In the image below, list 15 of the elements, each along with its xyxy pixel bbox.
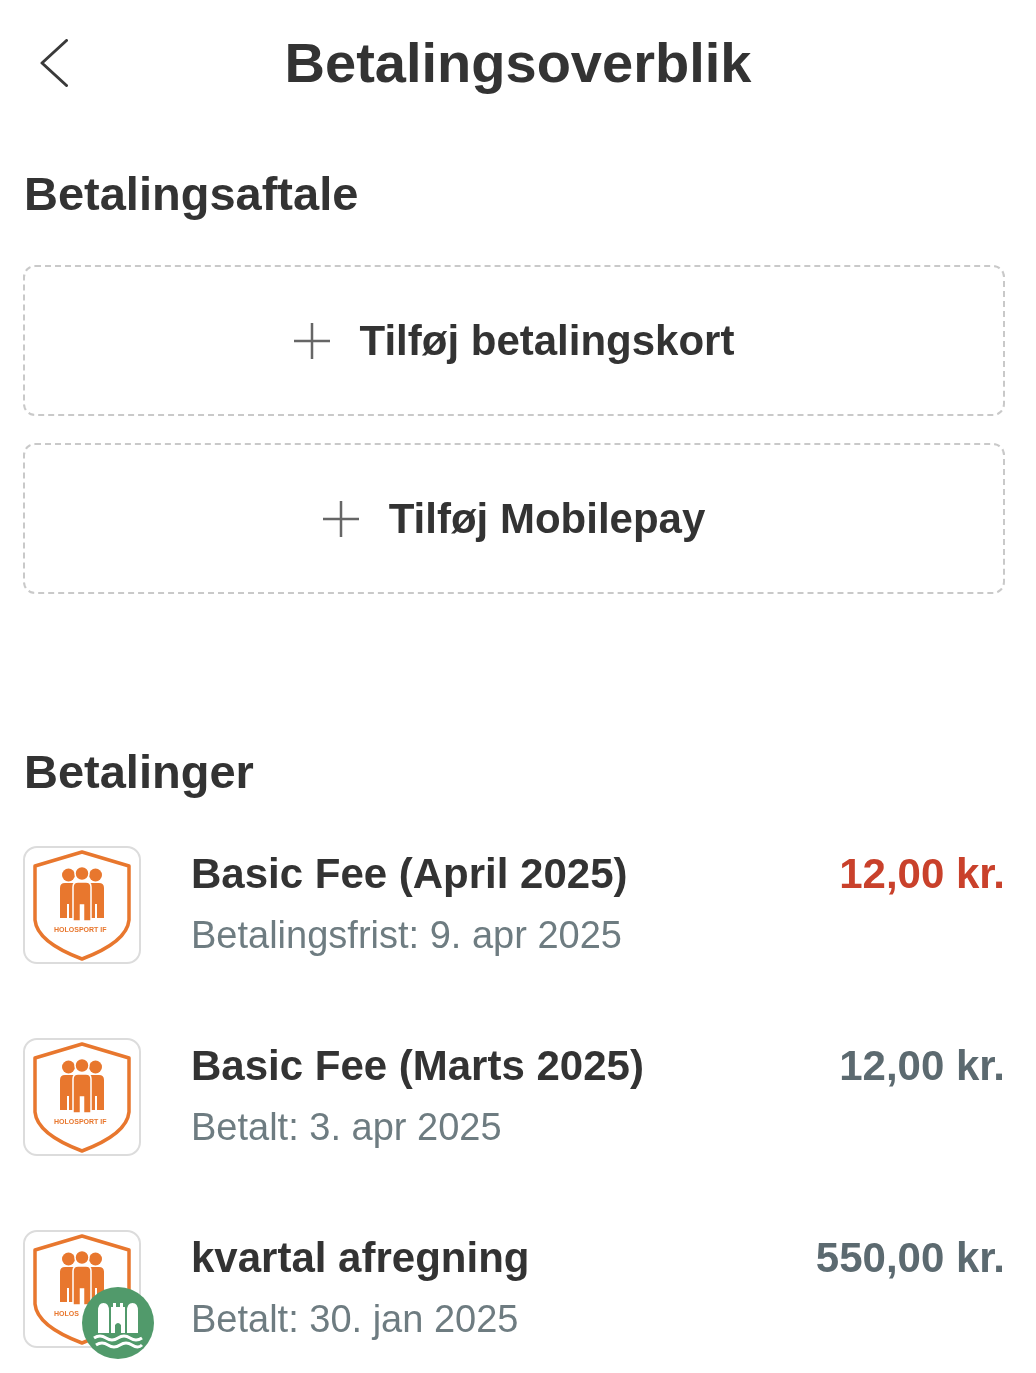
payment-title: Basic Fee (Marts 2025) [191, 1045, 644, 1087]
chevron-left-icon [40, 39, 68, 87]
payment-detail: Betalingsfrist: 9. apr 2025 [191, 916, 623, 954]
plus-icon [322, 500, 359, 537]
payment-amount: 12,00 kr. [839, 1045, 1005, 1087]
plus-icon [293, 322, 330, 359]
payment-amount: 12,00 kr. [839, 853, 1005, 895]
payment-amount: 550,00 kr. [815, 1237, 1005, 1279]
payment-title: kvartal afregning [191, 1237, 530, 1279]
add-payment-method-button[interactable]: Tilføj Mobilepay [23, 443, 1005, 594]
payment-title: Basic Fee (April 2025) [191, 853, 628, 895]
add-payment-method-button[interactable]: Tilføj betalingskort [23, 265, 1005, 416]
payment-detail: Betalt: 3. apr 2025 [191, 1108, 503, 1146]
payment-detail: Betalt: 30. jan 2025 [191, 1300, 520, 1338]
back-button[interactable] [40, 39, 68, 87]
